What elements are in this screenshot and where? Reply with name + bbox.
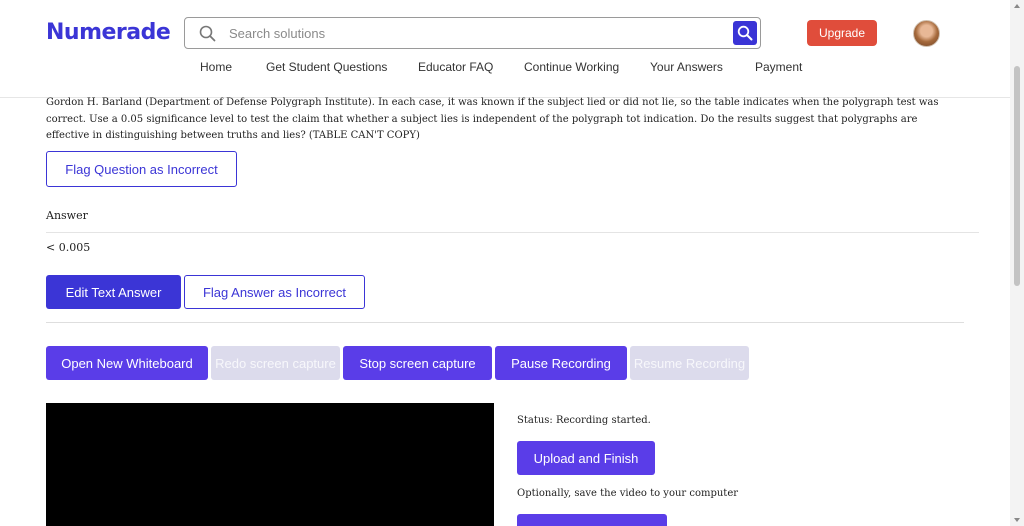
nav-item-continue-working[interactable]: Continue Working — [524, 60, 619, 74]
answer-divider — [46, 232, 979, 233]
answer-value: < 0.005 — [46, 241, 91, 254]
nav-item-payment[interactable]: Payment — [755, 60, 802, 74]
section-divider — [46, 322, 964, 323]
search-input[interactable] — [229, 22, 709, 44]
redo-capture-button: Redo screen capture — [211, 346, 340, 380]
video-preview — [46, 403, 494, 526]
nav-item-your-answers[interactable]: Your Answers — [650, 60, 723, 74]
nav-item-get-student-questions[interactable]: Get Student Questions — [266, 60, 387, 74]
nav-item-home[interactable]: Home — [200, 60, 232, 74]
page-scrollbar[interactable] — [1010, 0, 1024, 526]
upgrade-button[interactable]: Upgrade — [807, 20, 877, 46]
edit-text-answer-button[interactable]: Edit Text Answer — [46, 275, 181, 309]
resume-recording-button: Resume Recording — [630, 346, 749, 380]
optional-save-text: Optionally, save the video to your compu… — [517, 488, 739, 499]
flag-answer-button[interactable]: Flag Answer as Incorrect — [184, 275, 365, 309]
answer-label: Answer — [46, 209, 88, 222]
search-bar — [184, 17, 761, 49]
question-text: Gordon H. Barland (Department of Defense… — [46, 97, 939, 141]
save-video-button[interactable] — [517, 514, 667, 526]
scrollbar-thumb[interactable] — [1014, 66, 1020, 286]
stop-capture-button[interactable]: Stop screen capture — [343, 346, 492, 380]
search-button[interactable] — [733, 21, 757, 45]
scroll-down-icon[interactable] — [1014, 518, 1020, 522]
main-nav: Home Get Student Questions Educator FAQ … — [0, 60, 1000, 76]
search-button-icon — [737, 25, 753, 41]
recording-status: Status: Recording started. — [517, 415, 651, 426]
open-whiteboard-button[interactable]: Open New Whiteboard — [46, 346, 208, 380]
flag-question-button[interactable]: Flag Question as Incorrect — [46, 151, 237, 187]
avatar[interactable] — [913, 20, 940, 47]
upload-finish-button[interactable]: Upload and Finish — [517, 441, 655, 475]
nav-item-educator-faq[interactable]: Educator FAQ — [418, 60, 493, 74]
scroll-up-icon[interactable] — [1014, 4, 1020, 8]
pause-recording-button[interactable]: Pause Recording — [495, 346, 627, 380]
search-icon — [199, 25, 216, 42]
numerade-logo[interactable]: Numerade — [46, 20, 171, 45]
